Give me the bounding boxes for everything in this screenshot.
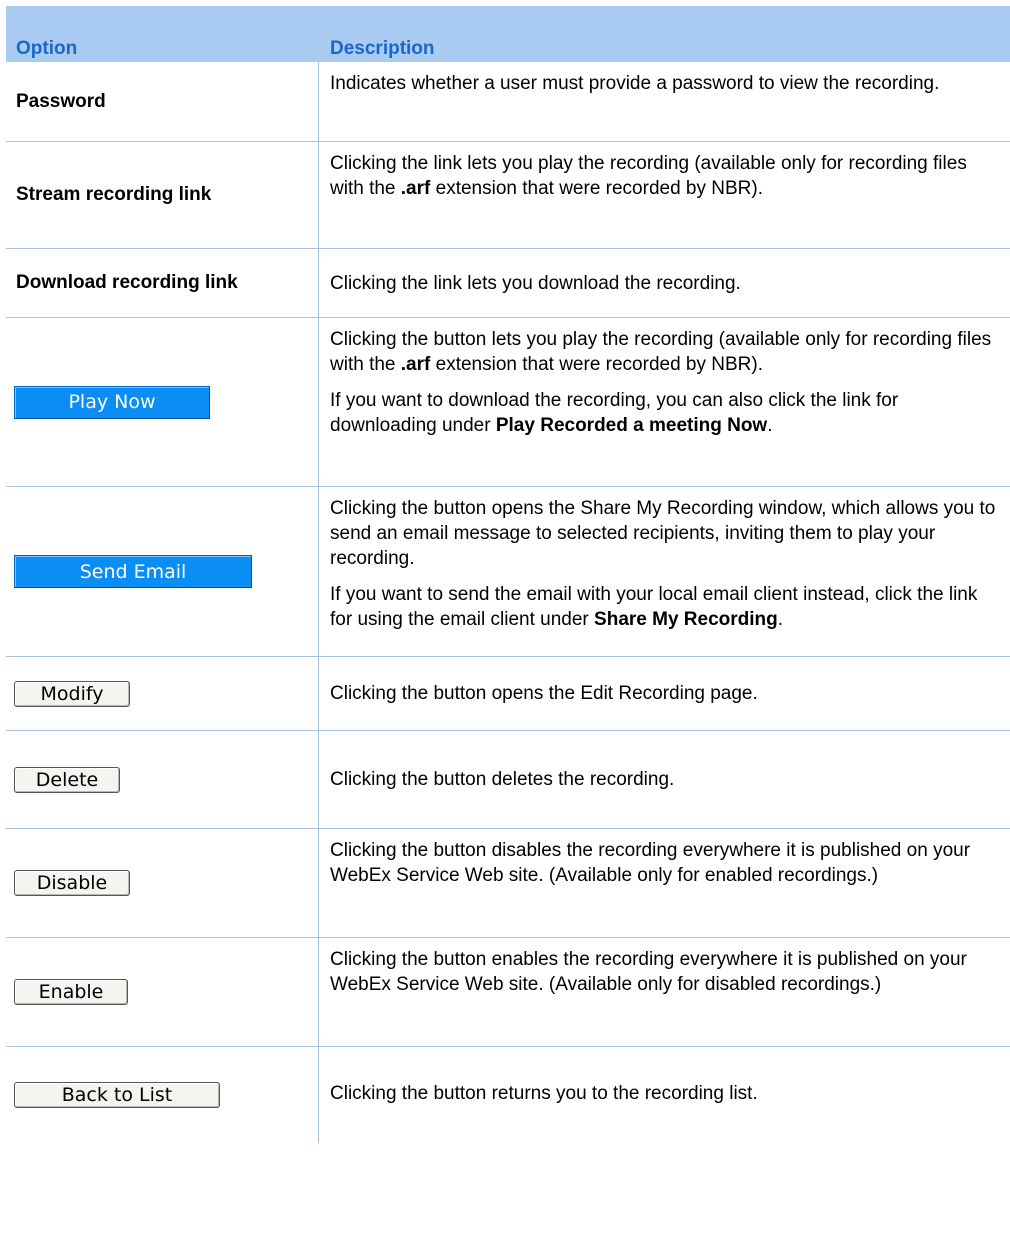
option-label: Stream recording link [16, 184, 212, 205]
description-text: Clicking the button returns you to the r… [330, 1083, 758, 1104]
row-play-now: Play Now Clicking the button lets you pl… [6, 318, 1010, 487]
bold-term: Share My Recording [594, 609, 778, 630]
enable-button[interactable]: Enable [14, 979, 128, 1005]
row-description: Clicking the button deletes the recordin… [330, 731, 1010, 802]
row-description: Clicking the link lets you download the … [330, 249, 1010, 306]
row-description: Clicking the button disables the recordi… [330, 829, 1010, 898]
bold-term: Play Recorded a meeting Now [495, 415, 768, 436]
description-text: Clicking the button deletes the recordin… [330, 769, 675, 790]
row-description: Clicking the link lets you play the reco… [330, 142, 1010, 211]
description-text: Clicking the button opens the Edit Recor… [330, 683, 758, 704]
send-email-button[interactable]: Send Email [14, 555, 252, 588]
description-text: Clicking the button disables the recordi… [330, 840, 971, 886]
play-now-button[interactable]: Play Now [14, 385, 210, 419]
row-enable: Enable Clicking the button enables the r… [6, 938, 1010, 1047]
row-send-email: Send Email Clicking the button opens the… [6, 487, 1010, 657]
description-column-header: Description [330, 38, 435, 59]
table-header: Option Description [6, 6, 1010, 62]
back-to-list-button[interactable]: Back to List [14, 1082, 220, 1108]
option-column-header: Option [16, 38, 78, 59]
row-description: Clicking the button returns you to the r… [330, 1047, 1010, 1116]
description-text: Indicates whether a user must provide a … [330, 73, 940, 94]
modify-button[interactable]: Modify [14, 680, 130, 707]
description-note: If you want to send the email with your … [330, 584, 978, 630]
option-label: Download recording link [16, 272, 238, 293]
description-text: Clicking the button enables the recordin… [330, 949, 967, 995]
row-description: Clicking the button enables the recordin… [330, 938, 1010, 1007]
row-download-recording-link: Download recording link Clicking the lin… [6, 249, 1010, 318]
description-text: Clicking the link lets you download the … [330, 273, 741, 294]
option-label: Password [16, 90, 106, 112]
row-disable: Disable Clicking the button disables the… [6, 829, 1010, 938]
row-description: Clicking the button lets you play the re… [330, 318, 1010, 448]
row-description: Clicking the button opens the Share My R… [330, 487, 1010, 642]
row-delete: Delete Clicking the button deletes the r… [6, 731, 1010, 829]
bold-term: .arf [400, 178, 431, 199]
row-password: Password Indicates whether a user must p… [6, 62, 1010, 142]
description-note: If you want to download the recording, y… [330, 390, 899, 436]
disable-button[interactable]: Disable [14, 870, 130, 896]
row-description: Indicates whether a user must provide a … [330, 62, 1010, 106]
options-table: Option Description Password Indicates wh… [6, 6, 1010, 1143]
description-text: Clicking the button opens the Share My R… [330, 498, 996, 569]
delete-button[interactable]: Delete [14, 766, 120, 793]
bold-term: .arf [400, 354, 431, 375]
description-text: Clicking the button lets you play the re… [330, 329, 992, 375]
row-back-to-list: Back to List Clicking the button returns… [6, 1047, 1010, 1143]
row-modify: Modify Clicking the button opens the Edi… [6, 657, 1010, 731]
row-stream-recording-link: Stream recording link Clicking the link … [6, 142, 1010, 249]
row-description: Clicking the button opens the Edit Recor… [330, 657, 1010, 716]
description-text: Clicking the link lets you play the reco… [330, 153, 967, 199]
